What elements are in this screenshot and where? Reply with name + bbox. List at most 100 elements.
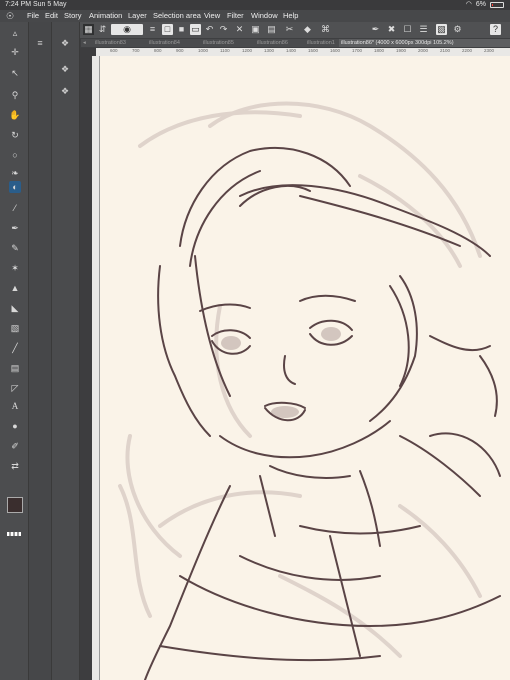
layers-icon[interactable]: ≡ [147, 24, 158, 35]
figure-tool-icon[interactable]: ╱ [9, 342, 21, 354]
pen-tool-icon[interactable]: ✒ [370, 24, 381, 35]
ruler-mark: 700 [132, 48, 140, 53]
redo-icon[interactable]: ↷ [218, 24, 229, 35]
tab-illustration84[interactable]: illustration84 [147, 39, 203, 47]
ruler-icon[interactable]: ☐ [402, 24, 413, 35]
ruler-mark: 1200 [242, 48, 253, 53]
ruler-mark: 1600 [330, 48, 341, 53]
ruler-mark: 1900 [396, 48, 407, 53]
date: Sun 5 May [33, 1, 67, 8]
menu-file[interactable]: File [27, 10, 39, 22]
menu-bar: ☉ File Edit Story Animation Layer Select… [0, 10, 510, 22]
ruler-mark: 1300 [264, 48, 275, 53]
arrows-icon[interactable]: ⇵ [97, 24, 108, 35]
ruler-mark: 800 [154, 48, 162, 53]
ruler-mark: 1700 [352, 48, 363, 53]
tab-illustration83[interactable]: illustration83 [93, 39, 149, 47]
menu-layer[interactable]: Layer [128, 10, 147, 22]
eraser-tool-icon[interactable]: ◐ [9, 181, 21, 193]
battery-percent: 6% [475, 1, 486, 8]
color-swap-icon[interactable]: ⇄ [9, 460, 21, 472]
ruler-mark: 1800 [374, 48, 385, 53]
main-color-swatch[interactable] [7, 497, 23, 513]
new-canvas-icon[interactable]: □ [162, 24, 173, 35]
undo-icon[interactable]: ↶ [204, 24, 215, 35]
pen-tool-icon[interactable]: ✒ [9, 222, 21, 234]
menu-help[interactable]: Help [283, 10, 298, 22]
gradient-tool-icon[interactable]: ▧ [9, 322, 21, 334]
free-transform-icon[interactable]: ⌘ [320, 24, 331, 35]
brush-size-icon[interactable]: ▵ [9, 27, 21, 39]
ruler-mark: 2300 [484, 48, 495, 53]
deselect-icon[interactable]: ✖ [386, 24, 397, 35]
eyedropper-tool-icon[interactable]: ⁄ [9, 202, 21, 214]
menu-animation[interactable]: Animation [89, 10, 122, 22]
airbrush-tool-icon[interactable]: ▲ [9, 282, 21, 294]
quick-access-icon[interactable]: ▧ [436, 24, 447, 35]
sub-tool-strip: ≡ [29, 22, 52, 680]
app-logo-icon[interactable]: ☉ [6, 10, 14, 22]
menu-selection-area[interactable]: Selection area [153, 10, 201, 22]
drawing-canvas[interactable] [100, 56, 510, 680]
clear-icon[interactable]: ✕ [234, 24, 245, 35]
selection-tool-icon[interactable]: ○ [9, 149, 21, 161]
vertical-ruler [92, 56, 100, 680]
brush-preset-3-icon[interactable]: ❖ [58, 86, 72, 96]
text-tool-icon[interactable]: A [9, 400, 21, 412]
ruler-mark: 2200 [462, 48, 473, 53]
frame-tool-icon[interactable]: ▤ [9, 362, 21, 374]
help-icon[interactable]: ? [490, 24, 501, 35]
ruler-mark: 1500 [308, 48, 319, 53]
brush-preset-2-icon[interactable]: ❖ [58, 64, 72, 74]
status-right: ◠ 6% [466, 0, 504, 10]
tool-palette: ▵ ✛ ↖ ⚲ ✋ ↻ ○ ❧ ◐ ⁄ ✒ ✎ ✶ ▲ ◣ ▧ ╱ ▤ ◸ A … [0, 22, 29, 680]
cut-icon[interactable]: ✂ [284, 24, 295, 35]
tab-active-document[interactable]: illustration86* (4000 x 6000px 300dpi 10… [339, 39, 510, 47]
transparent-color-swatch[interactable] [7, 532, 21, 536]
ruler-mark: 2000 [418, 48, 429, 53]
menu-story[interactable]: Story [64, 10, 82, 22]
wifi-icon: ◠ [465, 1, 472, 8]
settings-icon[interactable]: ⚙ [452, 24, 463, 35]
bucket-icon[interactable]: ◆ [302, 24, 313, 35]
pencil-tool-icon[interactable]: ✎ [9, 242, 21, 254]
eye-toggle-icon[interactable]: ◉ [111, 24, 143, 35]
sub-tool-group-icon[interactable]: ≡ [33, 38, 47, 48]
clock: 7:24 PM [5, 1, 32, 8]
ruler-mark: 1400 [286, 48, 297, 53]
blend-tool-icon[interactable]: ◣ [9, 302, 21, 314]
save-icon[interactable]: ■ [176, 24, 187, 35]
sketch-artwork [118, 101, 501, 680]
ruler-tool-icon[interactable]: ◸ [9, 382, 21, 394]
balloon-tool-icon[interactable]: ● [9, 420, 21, 432]
menu-view[interactable]: View [204, 10, 220, 22]
fill-icon[interactable]: ▤ [266, 24, 277, 35]
folder-icon[interactable]: ▭ [190, 24, 201, 35]
ios-status-bar: 7:24 PM Sun 5 May ◠ 6% [0, 0, 510, 10]
zoom-tool-icon[interactable]: ⚲ [9, 89, 21, 101]
ruler-mark: 900 [176, 48, 184, 53]
ruler-mark: 2100 [440, 48, 451, 53]
ruler-mark: 1100 [220, 48, 230, 53]
lasso-tool-icon[interactable]: ❧ [9, 167, 21, 179]
ruler-mark: 600 [110, 48, 118, 53]
tab-illustration1[interactable]: illustration1 [305, 39, 339, 47]
ruler-mark: 1000 [198, 48, 209, 53]
correction-tool-icon[interactable]: ✐ [9, 440, 21, 452]
move-tool-icon[interactable]: ✛ [9, 46, 21, 58]
tab-illustration85[interactable]: illustration85 [201, 39, 257, 47]
brush-tool-icon[interactable]: ✶ [9, 262, 21, 274]
battery-icon [490, 2, 504, 8]
menu-filter[interactable]: Filter [227, 10, 244, 22]
snap-icon[interactable]: ☰ [418, 24, 429, 35]
grid-icon[interactable]: ▦ [83, 24, 94, 35]
rotate-tool-icon[interactable]: ↻ [9, 129, 21, 141]
sub-tool-panel: ❖ ❖ ❖ [52, 22, 80, 680]
operation-tool-icon[interactable]: ↖ [9, 67, 21, 79]
menu-edit[interactable]: Edit [45, 10, 58, 22]
brush-preset-icon[interactable]: ❖ [58, 38, 72, 48]
tab-illustration86[interactable]: illustration86 [255, 39, 307, 47]
transform-icon[interactable]: ▣ [250, 24, 261, 35]
hand-tool-icon[interactable]: ✋ [9, 109, 21, 121]
menu-window[interactable]: Window [251, 10, 278, 22]
